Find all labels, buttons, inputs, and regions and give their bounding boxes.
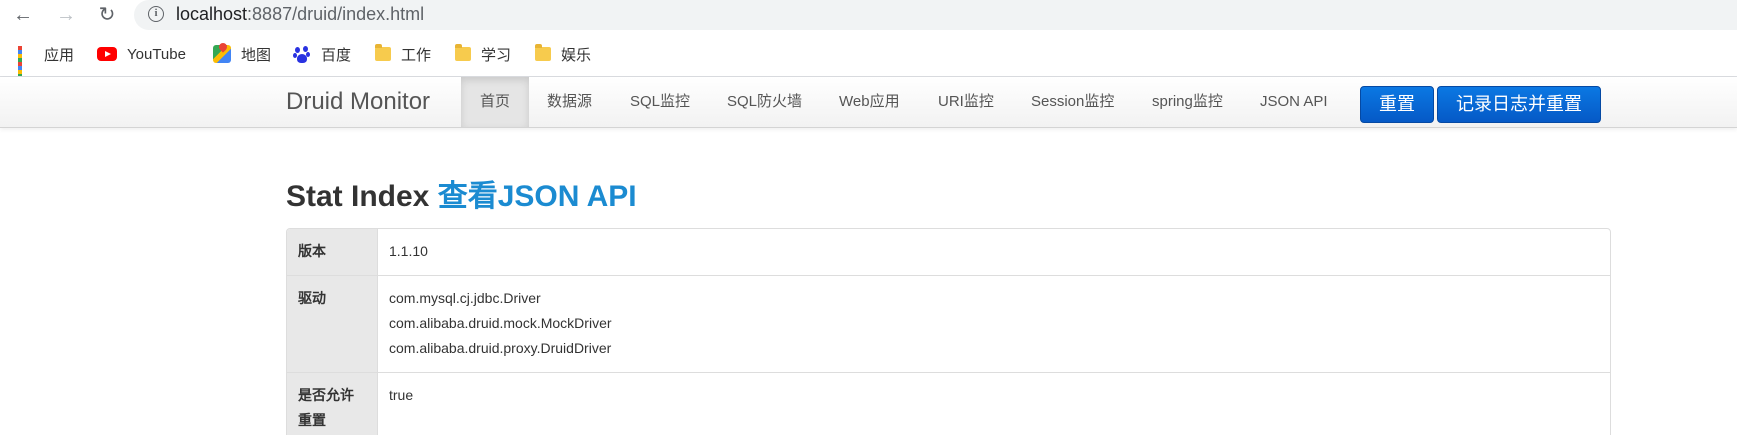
site-info-icon[interactable]: i bbox=[148, 6, 164, 22]
json-api-link[interactable]: 查看JSON API bbox=[438, 180, 637, 213]
nav-tab-home[interactable]: 首页 bbox=[461, 77, 529, 127]
row-value: com.mysql.cj.jdbc.Driver com.alibaba.dru… bbox=[378, 275, 1610, 372]
bookmark-folder-entertainment[interactable]: 娱乐 bbox=[535, 42, 591, 66]
back-arrow-icon[interactable]: ← bbox=[10, 2, 36, 28]
table-row: 是否允许重置 true bbox=[287, 372, 1610, 435]
bookmark-youtube[interactable]: YouTube bbox=[97, 42, 186, 66]
bookmark-folder-study[interactable]: 学习 bbox=[455, 42, 511, 66]
stat-index-table: 版本 1.1.10 驱动 com.mysql.cj.jdbc.Driver co… bbox=[286, 228, 1611, 435]
reset-button[interactable]: 重置 bbox=[1360, 86, 1434, 123]
row-value: 1.1.10 bbox=[389, 243, 428, 259]
bookmark-apps[interactable]: 应用 bbox=[18, 42, 74, 82]
browser-toolbar: ← → ↻ i localhost:8887/druid/index.html bbox=[0, 0, 1737, 30]
nav-tab-json-api[interactable]: JSON API bbox=[1260, 77, 1328, 127]
nav-tab-session-monitor[interactable]: Session监控 bbox=[1031, 77, 1114, 127]
url-text[interactable]: localhost:8887/druid/index.html bbox=[176, 4, 424, 25]
row-value: true bbox=[378, 372, 1610, 435]
folder-icon bbox=[455, 44, 471, 61]
table-row: 驱动 com.mysql.cj.jdbc.Driver com.alibaba.… bbox=[287, 275, 1610, 372]
folder-icon bbox=[375, 44, 391, 61]
bookmark-folder-work[interactable]: 工作 bbox=[375, 42, 431, 66]
bookmark-baidu[interactable]: 百度 bbox=[293, 42, 351, 66]
druid-navbar: Druid Monitor 首页 数据源 SQL监控 SQL防火墙 Web应用 … bbox=[0, 77, 1737, 128]
nav-tab-web-app[interactable]: Web应用 bbox=[839, 77, 900, 127]
page-title: Stat Index 查看JSON API bbox=[286, 180, 637, 213]
nav-tab-sql-firewall[interactable]: SQL防火墙 bbox=[727, 77, 802, 127]
nav-tab-datasource[interactable]: 数据源 bbox=[547, 77, 592, 127]
nav-tab-uri-monitor[interactable]: URI监控 bbox=[938, 77, 994, 127]
row-key: 版本 bbox=[287, 229, 378, 275]
apps-grid-icon bbox=[18, 46, 34, 82]
bookmarks-bar: 应用 YouTube 地图 百度 工作 学习 娱乐 bbox=[0, 38, 1737, 82]
row-key: 驱动 bbox=[287, 275, 378, 372]
nav-tab-sql-monitor[interactable]: SQL监控 bbox=[630, 77, 690, 127]
forward-arrow-icon[interactable]: → bbox=[53, 2, 79, 28]
row-key: 是否允许重置 bbox=[287, 372, 378, 435]
log-and-reset-button[interactable]: 记录日志并重置 bbox=[1437, 86, 1601, 123]
youtube-icon bbox=[97, 47, 117, 61]
nav-tab-spring-monitor[interactable]: spring监控 bbox=[1152, 77, 1223, 127]
table-row: 版本 1.1.10 bbox=[287, 229, 1610, 275]
brand-title[interactable]: Druid Monitor bbox=[286, 88, 430, 116]
reload-icon[interactable]: ↻ bbox=[94, 2, 120, 28]
folder-icon bbox=[535, 44, 551, 61]
maps-icon bbox=[213, 45, 231, 63]
bookmark-maps[interactable]: 地图 bbox=[213, 42, 271, 66]
baidu-icon bbox=[293, 45, 311, 63]
address-bar[interactable]: i localhost:8887/druid/index.html bbox=[134, 0, 1737, 30]
